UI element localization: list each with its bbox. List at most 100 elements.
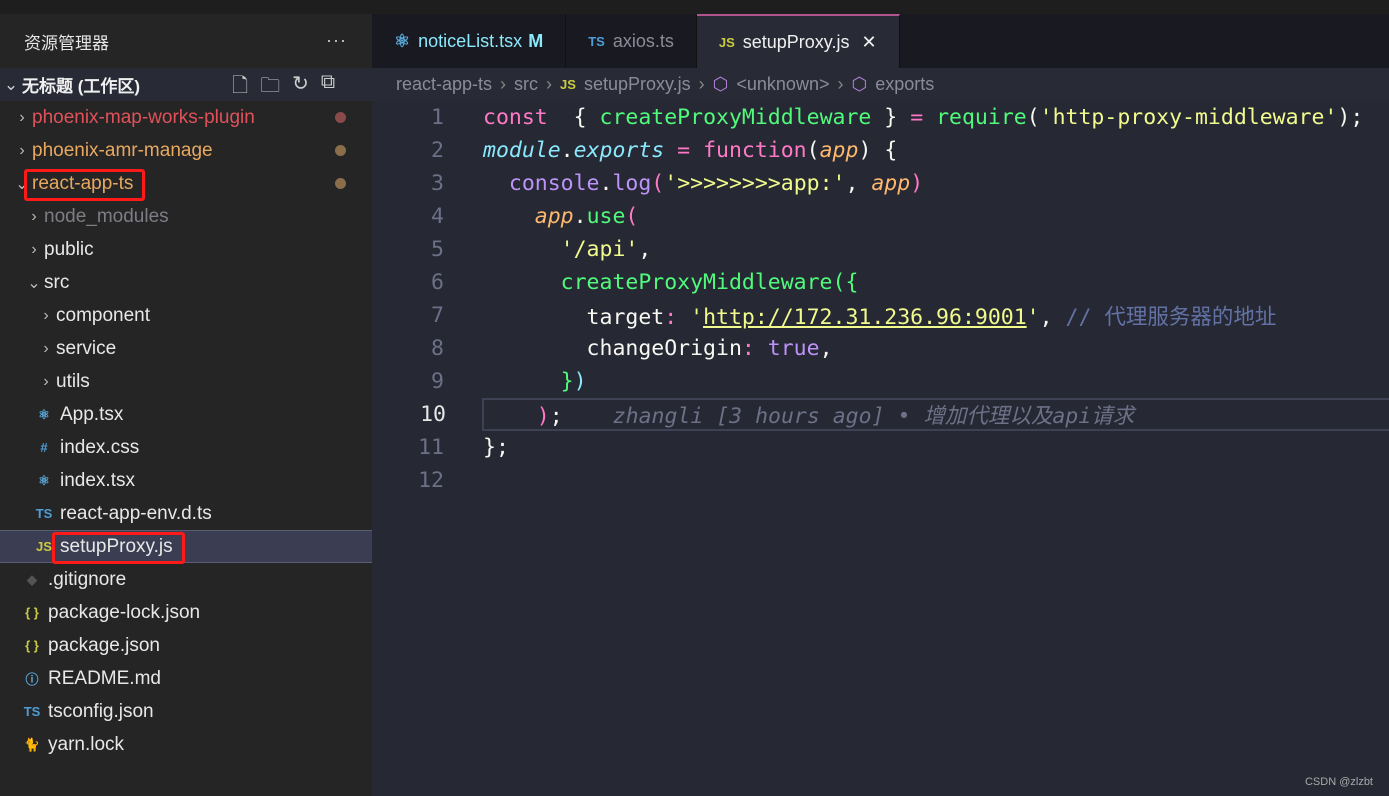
tree-item[interactable]: # index.css [0, 431, 372, 464]
tree-item-label: react-app-env.d.ts [60, 502, 212, 524]
tree-item-label: utils [56, 370, 90, 392]
code-line[interactable]: 2 module.exports = function(app) { [372, 134, 1389, 167]
new-folder-icon[interactable]: 🗀 [260, 71, 280, 105]
modified-dot [335, 178, 346, 189]
highlight-box [52, 531, 185, 564]
tree-item[interactable]: ⌄ react-app-ts [0, 167, 372, 201]
tree-item[interactable]: { } package.json [0, 629, 372, 662]
tree-item[interactable]: TS tsconfig.json [0, 695, 372, 728]
code-editor[interactable]: 1 const { createProxyMiddleware } = requi… [372, 101, 1389, 796]
tree-item[interactable]: TS react-app-env.d.ts [0, 497, 372, 530]
close-icon[interactable]: ✕ [861, 32, 876, 53]
file-type-icon: ⓘ [25, 672, 39, 687]
file-type-icon: ◆ [27, 571, 37, 587]
tree-item-label: node_modules [44, 205, 169, 227]
tree-item[interactable]: › phoenix-map-works-plugin [0, 101, 372, 134]
code-token: http://172.31.236.96:9001 [703, 305, 1027, 330]
modified-badge: M [528, 30, 544, 51]
code-token: app [871, 171, 911, 196]
file-type-icon: TS [23, 704, 41, 719]
code-line[interactable]: 9 }) [372, 365, 1389, 398]
line-number: 10 [420, 402, 446, 427]
breadcrumb-item[interactable]: <unknown> [736, 74, 829, 95]
code-line[interactable]: 5 '/api', [372, 233, 1389, 266]
tree-item[interactable]: JS setupProxy.js [0, 530, 372, 564]
tree-item[interactable]: { } package-lock.json [0, 596, 372, 629]
code-token: . [599, 171, 613, 196]
symbol-module-icon: ⬡ [851, 74, 868, 94]
tab-axios-ts[interactable]: TS axios.ts [566, 14, 697, 68]
refresh-icon[interactable]: ↻ [292, 71, 309, 105]
collapse-all-icon[interactable]: ⧉ [321, 71, 335, 105]
tree-item[interactable]: › public [0, 233, 372, 266]
code-token: , [845, 171, 872, 196]
breadcrumb-item[interactable]: src [514, 74, 538, 95]
code-token: ; [549, 404, 563, 429]
code-line[interactable]: 7 target: 'http://172.31.236.96:9001', /… [372, 299, 1389, 332]
code-token: ) [573, 369, 587, 394]
code-line[interactable]: 6 createProxyMiddleware({ [372, 266, 1389, 299]
chevron-right-icon: › [698, 74, 705, 94]
tree-item-label: App.tsx [60, 403, 124, 425]
file-type-icon: TS [588, 33, 605, 49]
code-token: . [573, 204, 587, 229]
code-token: createProxyMiddleware [483, 270, 833, 295]
code-token: ( [806, 138, 820, 163]
symbol-module-icon: ⬡ [712, 74, 729, 94]
breadcrumb-item[interactable]: react-app-ts [396, 74, 492, 95]
code-line[interactable]: 4 app.use( [372, 200, 1389, 233]
new-file-icon[interactable]: 🗋 [232, 71, 248, 105]
breadcrumb-item[interactable]: setupProxy.js [584, 74, 691, 95]
code-token: createProxyMiddleware [599, 105, 872, 130]
code-token: = [664, 138, 704, 163]
line-code: const { createProxyMiddleware } = requir… [444, 105, 1363, 130]
line-code: }) [444, 369, 587, 394]
chevron-right-icon: › [31, 207, 37, 225]
tree-item[interactable]: › service [0, 332, 372, 365]
line-number: 9 [431, 369, 444, 394]
tree-item[interactable]: 🐈 yarn.lock [0, 728, 372, 761]
explorer-sidebar: 资源管理器 ··· ⌄ 无标题 (工作区) 🗋 🗀 ↻ ⧉ › phoenix-ma… [0, 14, 372, 796]
chevron-right-icon: › [19, 108, 25, 126]
line-code: changeOrigin: true, [444, 336, 833, 361]
chevron-right-icon: › [500, 74, 507, 94]
line-code: console.log('>>>>>>>>app:', app) [444, 171, 923, 196]
file-type-icon: JS [718, 34, 735, 50]
line-number: 5 [431, 237, 444, 262]
code-token: ({ [832, 270, 859, 295]
tree-item[interactable]: › component [0, 299, 372, 332]
editor-tabs: ⚛ noticeList.tsx M TS axios.ts JS setupProxy.j… [372, 14, 1389, 68]
code-line[interactable]: 8 changeOrigin: true, [372, 332, 1389, 365]
code-token: module [483, 138, 561, 163]
tree-item[interactable]: ⓘ README.md [0, 662, 372, 695]
tree-item[interactable]: › node_modules [0, 200, 372, 233]
tree-item[interactable]: › phoenix-amr-manage [0, 134, 372, 167]
tree-item-label: setupProxy.js [52, 531, 185, 564]
tree-item[interactable]: › utils [0, 365, 372, 398]
tree-item-label: react-app-ts [24, 168, 146, 201]
tree-item[interactable]: ◆ .gitignore [0, 563, 372, 596]
tab-noticeList-tsx[interactable]: ⚛ noticeList.tsx M [372, 14, 567, 68]
more-actions-icon[interactable]: ··· [326, 30, 347, 51]
line-number: 3 [431, 171, 444, 196]
breadcrumb-item[interactable]: exports [875, 74, 934, 95]
chevron-right-icon: › [43, 306, 49, 324]
line-code: module.exports = function(app) { [444, 138, 897, 163]
highlight-box [24, 168, 146, 201]
code-line[interactable]: 10 ); zhangli [3 hours ago] • 增加代理以及api请求 [420, 398, 1389, 431]
code-line[interactable]: 12 [372, 464, 1389, 497]
code-line[interactable]: 3 console.log('>>>>>>>>app:', app) [372, 167, 1389, 200]
explorer-title: 资源管理器 [24, 33, 109, 53]
code-line[interactable]: 11}; [372, 431, 1389, 464]
code-line[interactable]: 1 const { createProxyMiddleware } = requi… [372, 101, 1389, 134]
file-type-icon: ⚛ [38, 472, 50, 488]
js-file-icon: JS [560, 77, 576, 92]
tree-item-label: index.tsx [60, 469, 135, 491]
tree-item[interactable]: ⚛ App.tsx [0, 398, 372, 431]
tree-item[interactable]: ⚛ index.tsx [0, 464, 372, 497]
tree-item[interactable]: ⌄ src [0, 266, 372, 299]
code-token: exports [573, 138, 665, 163]
file-type-icon: { } [25, 605, 39, 620]
tab-setupProxy-js[interactable]: JS setupProxy.js ✕ [696, 14, 900, 68]
